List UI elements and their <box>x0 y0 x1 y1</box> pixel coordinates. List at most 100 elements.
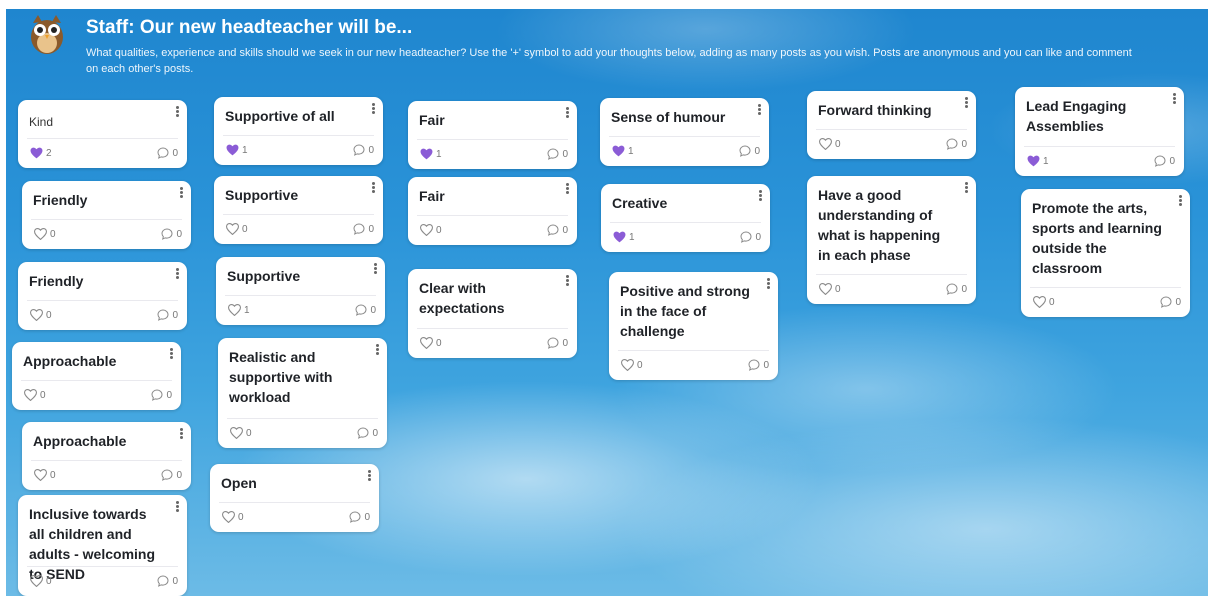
like-button[interactable]: 0 <box>819 283 841 295</box>
comment-button[interactable]: 0 <box>1160 296 1181 308</box>
comment-button[interactable]: 0 <box>157 309 178 321</box>
post-menu-icon[interactable] <box>176 268 179 279</box>
post-card[interactable]: Forward thinking 0 0 <box>807 91 976 159</box>
post-card[interactable]: Friendly 0 0 <box>22 181 191 249</box>
post-menu-icon[interactable] <box>374 263 377 274</box>
comment-icon <box>157 309 169 321</box>
post-card[interactable]: Supportive 1 0 <box>216 257 385 325</box>
comment-count: 0 <box>172 309 178 321</box>
like-button[interactable]: 0 <box>222 511 244 523</box>
post-menu-icon[interactable] <box>376 344 379 355</box>
post-footer: 00 <box>227 418 378 448</box>
comment-button[interactable]: 0 <box>739 145 760 157</box>
post-menu-icon[interactable] <box>176 501 179 512</box>
post-menu-icon[interactable] <box>965 97 968 108</box>
like-button[interactable]: 0 <box>226 223 248 235</box>
post-menu-icon[interactable] <box>180 187 183 198</box>
comment-button[interactable]: 0 <box>547 148 568 160</box>
post-card[interactable]: Realistic and supportive with workload 0 0 <box>218 338 387 448</box>
like-button[interactable]: 1 <box>612 145 634 157</box>
comment-count: 0 <box>370 304 376 316</box>
comment-button[interactable]: 0 <box>157 575 178 587</box>
heart-icon <box>30 575 43 587</box>
post-menu-icon[interactable] <box>566 183 569 194</box>
like-button[interactable]: 0 <box>30 309 52 321</box>
post-card[interactable]: Approachable 0 0 <box>22 422 191 490</box>
post-menu-icon[interactable] <box>1179 195 1182 206</box>
post-menu-icon[interactable] <box>372 182 375 193</box>
comment-button[interactable]: 0 <box>355 304 376 316</box>
comment-button[interactable]: 0 <box>353 223 374 235</box>
comment-button[interactable]: 0 <box>161 469 182 481</box>
like-button[interactable]: 1 <box>613 231 635 243</box>
heart-icon <box>222 511 235 523</box>
like-button[interactable]: 0 <box>420 337 442 349</box>
post-footer: 10 <box>610 222 761 252</box>
post-card[interactable]: Clear with expectations 0 0 <box>408 269 577 358</box>
comment-button[interactable]: 0 <box>946 283 967 295</box>
post-footer: 10 <box>223 135 374 165</box>
post-card[interactable]: Sense of humour 1 0 <box>600 98 769 166</box>
post-footer: 10 <box>417 139 568 169</box>
post-card[interactable]: Creative 1 0 <box>601 184 770 252</box>
post-menu-icon[interactable] <box>965 182 968 193</box>
like-button[interactable]: 0 <box>230 427 252 439</box>
post-card[interactable]: Fair 0 0 <box>408 177 577 245</box>
comment-button[interactable]: 0 <box>161 228 182 240</box>
like-button[interactable]: 0 <box>24 389 46 401</box>
like-button[interactable]: 0 <box>30 575 52 587</box>
like-button[interactable]: 2 <box>30 147 52 159</box>
post-menu-icon[interactable] <box>767 278 770 289</box>
post-menu-icon[interactable] <box>566 275 569 286</box>
like-button[interactable]: 1 <box>226 144 248 156</box>
comment-button[interactable]: 0 <box>946 138 967 150</box>
post-footer: 00 <box>816 274 967 304</box>
like-button[interactable]: 0 <box>1033 296 1055 308</box>
post-menu-icon[interactable] <box>170 348 173 359</box>
owl-logo-icon <box>31 15 63 54</box>
like-button[interactable]: 0 <box>420 224 442 236</box>
comment-button[interactable]: 0 <box>740 231 761 243</box>
post-card[interactable]: Approachable 0 0 <box>12 342 181 410</box>
like-button[interactable]: 0 <box>621 359 643 371</box>
comment-button[interactable]: 0 <box>349 511 370 523</box>
post-card[interactable]: Supportive of all 1 0 <box>214 97 383 165</box>
like-button[interactable]: 0 <box>819 138 841 150</box>
post-menu-icon[interactable] <box>368 470 371 481</box>
like-button[interactable]: 1 <box>228 304 250 316</box>
comment-button[interactable]: 0 <box>157 147 178 159</box>
heart-icon <box>230 427 243 439</box>
post-menu-icon[interactable] <box>758 104 761 115</box>
like-button[interactable]: 0 <box>34 228 56 240</box>
heart-icon <box>420 224 433 236</box>
post-card[interactable]: Open 0 0 <box>210 464 379 532</box>
post-card[interactable]: Have a good understanding of what is hap… <box>807 176 976 304</box>
post-card[interactable]: Positive and strong in the face of chall… <box>609 272 778 380</box>
comment-button[interactable]: 0 <box>547 337 568 349</box>
post-card[interactable]: Supportive 0 0 <box>214 176 383 244</box>
comment-button[interactable]: 0 <box>748 359 769 371</box>
comment-button[interactable]: 0 <box>547 224 568 236</box>
post-menu-icon[interactable] <box>1173 93 1176 104</box>
comment-button[interactable]: 0 <box>1154 155 1175 167</box>
post-card[interactable]: Lead Engaging Assemblies 1 0 <box>1015 87 1184 176</box>
like-button[interactable]: 1 <box>420 148 442 160</box>
post-menu-icon[interactable] <box>176 106 179 117</box>
post-menu-icon[interactable] <box>180 428 183 439</box>
post-card[interactable]: Fair 1 0 <box>408 101 577 169</box>
comment-button[interactable]: 0 <box>357 427 378 439</box>
like-button[interactable]: 0 <box>34 469 56 481</box>
post-footer: 10 <box>225 295 376 325</box>
post-card[interactable]: Promote the arts, sports and learning ou… <box>1021 189 1190 317</box>
comment-button[interactable]: 0 <box>353 144 374 156</box>
comment-button[interactable]: 0 <box>151 389 172 401</box>
like-button[interactable]: 1 <box>1027 155 1049 167</box>
post-card[interactable]: Inclusive towards all children and adult… <box>18 495 187 596</box>
heart-icon <box>34 228 47 240</box>
post-card[interactable]: Kind 2 0 <box>18 100 187 168</box>
post-text: Supportive <box>227 268 301 284</box>
post-menu-icon[interactable] <box>372 103 375 114</box>
post-menu-icon[interactable] <box>566 107 569 118</box>
post-card[interactable]: Friendly 0 0 <box>18 262 187 330</box>
post-menu-icon[interactable] <box>759 190 762 201</box>
